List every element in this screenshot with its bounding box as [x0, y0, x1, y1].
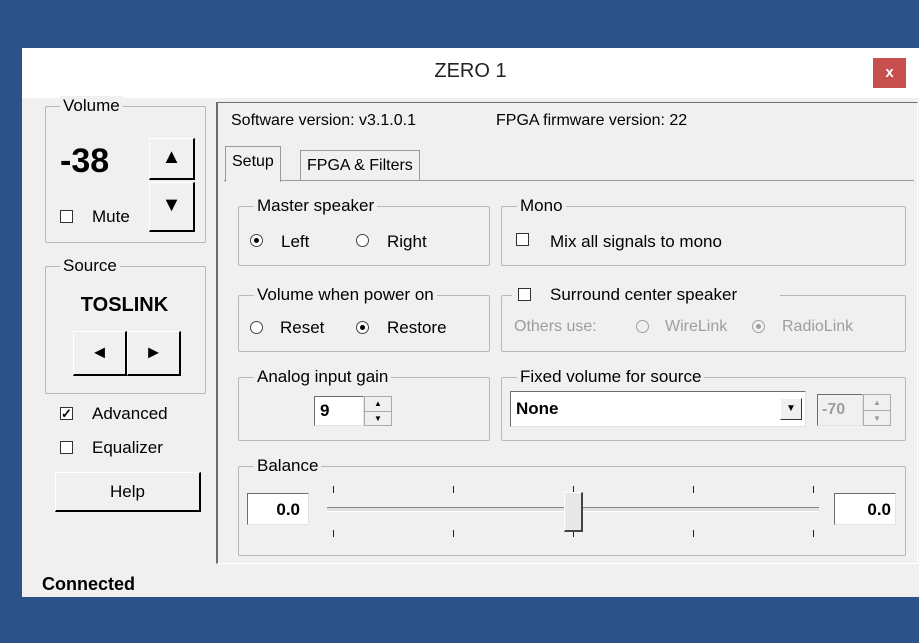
source-group-label: Source: [60, 256, 120, 276]
master-left-label: Left: [281, 232, 310, 251]
mono-checkbox[interactable]: [516, 233, 529, 246]
balance-tick: [333, 486, 334, 493]
fixed-volume-label: Fixed volume for source: [517, 367, 705, 387]
analog-gain-spinner[interactable]: ▲ ▼: [364, 396, 392, 426]
power-reset-label: Reset: [280, 318, 325, 337]
power-restore-radio[interactable]: [356, 321, 369, 334]
dropdown-arrow-icon[interactable]: ▼: [780, 398, 802, 420]
balance-tick: [813, 530, 814, 537]
analog-gain-input[interactable]: 9: [314, 396, 364, 426]
analog-gain-value: 9: [320, 401, 330, 420]
power-restore-label: Restore: [387, 318, 447, 337]
radiolink-label: RadioLink: [782, 318, 854, 335]
tab-fpga-filters[interactable]: FPGA & Filters: [300, 150, 420, 180]
top-bar: [0, 0, 919, 48]
balance-tick: [453, 530, 454, 537]
window-title: ZERO 1: [434, 60, 507, 82]
software-version: Software version: v3.1.0.1: [231, 112, 416, 129]
help-button[interactable]: Help: [55, 472, 201, 512]
status-text: Connected: [42, 574, 136, 594]
power-reset-radio[interactable]: [250, 321, 263, 334]
volume-power-on-label: Volume when power on: [254, 285, 437, 305]
balance-left-field[interactable]: 0.0: [247, 493, 309, 525]
analog-gain-label: Analog input gain: [254, 367, 392, 387]
source-prev-button[interactable]: ◄: [73, 331, 127, 376]
volume-group-label: Volume: [60, 96, 123, 116]
equalizer-checkbox[interactable]: [60, 441, 73, 454]
fixed-volume-select[interactable]: None ▼: [510, 391, 806, 427]
balance-right-value: 0.0: [867, 500, 891, 519]
master-left-radio[interactable]: [250, 234, 263, 247]
advanced-checkbox[interactable]: ✓: [60, 407, 73, 420]
radiolink-radio[interactable]: [752, 320, 765, 333]
left-bar: [0, 0, 22, 643]
surround-checkbox[interactable]: [518, 288, 531, 301]
master-right-label: Right: [387, 232, 427, 251]
balance-label: Balance: [254, 456, 322, 476]
source-next-button[interactable]: ►: [127, 331, 181, 376]
balance-right-field[interactable]: 0.0: [834, 493, 896, 525]
others-use-label: Others use:: [514, 318, 597, 335]
balance-tick: [813, 486, 814, 493]
master-right-radio[interactable]: [356, 234, 369, 247]
balance-slider-thumb[interactable]: [564, 492, 583, 532]
fpga-version: FPGA firmware version: 22: [496, 112, 688, 129]
master-speaker-label: Master speaker: [254, 196, 378, 216]
fixed-volume-selected: None: [516, 399, 559, 418]
balance-tick: [693, 486, 694, 493]
wirelink-radio[interactable]: [636, 320, 649, 333]
mono-checkbox-label: Mix all signals to mono: [550, 232, 722, 251]
tab-setup[interactable]: Setup: [225, 146, 281, 182]
source-value: TOSLINK: [80, 294, 169, 316]
volume-up-button[interactable]: ▲: [149, 138, 195, 180]
volume-value: -38: [60, 142, 110, 180]
equalizer-label: Equalizer: [92, 438, 163, 457]
fixed-volume-input[interactable]: -70: [817, 394, 863, 426]
mono-label: Mono: [517, 196, 566, 216]
balance-tick: [453, 486, 454, 493]
balance-tick: [333, 530, 334, 537]
advanced-label: Advanced: [92, 404, 168, 423]
fixed-volume-value: -70: [822, 401, 846, 418]
balance-tick: [693, 530, 694, 537]
surround-label: Surround center speaker: [550, 285, 738, 304]
bottom-bar: [0, 597, 919, 643]
balance-left-value: 0.0: [276, 500, 300, 519]
mute-label: Mute: [92, 207, 130, 226]
close-button[interactable]: x: [873, 58, 906, 88]
mute-checkbox[interactable]: [60, 210, 73, 223]
volume-down-button[interactable]: ▼: [149, 182, 195, 232]
title-bar[interactable]: ZERO 1 x: [22, 48, 919, 98]
wirelink-label: WireLink: [665, 318, 728, 335]
fixed-volume-spinner[interactable]: ▲ ▼: [863, 394, 891, 426]
